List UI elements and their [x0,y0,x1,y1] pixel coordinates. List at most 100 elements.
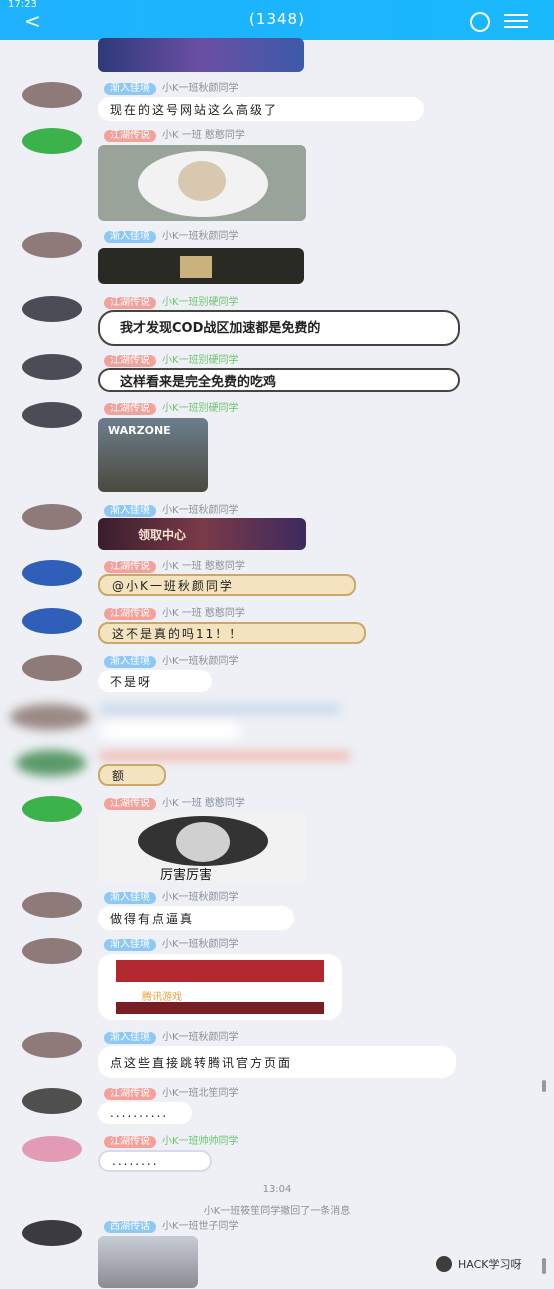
message-bubble[interactable]: 这样看来是完全免费的吃鸡 [98,368,460,392]
avatar[interactable] [22,128,82,154]
message-bubble[interactable]: 不是呀 [98,670,212,692]
sender-line: 渐入佳境 小K一班秋颜同学 [104,83,239,95]
sender-name: 小K一班别硬同学 [162,297,239,308]
scrollbar[interactable] [542,1258,546,1274]
sender-name: 小K一班秋颜同学 [162,656,239,667]
sender-name: 小K一班秋颜同学 [162,939,239,950]
scrollbar[interactable] [542,1080,546,1092]
sender-name: 小K 一班 憨憨同学 [162,130,245,141]
level-badge: 江湖传说 [104,130,156,142]
sender-name: 小K一班秋颜同学 [162,505,239,516]
message-bubble[interactable]: .......... [98,1102,192,1124]
avatar[interactable] [22,1136,82,1162]
level-badge: 西湖传话 [104,1221,156,1233]
avatar[interactable] [22,1220,82,1246]
avatar[interactable] [22,1032,82,1058]
watermark: HACK学习呀 [436,1256,522,1272]
recall-notice: 小K一班筱笙同学撤回了一条消息 [203,1206,351,1217]
level-badge: 江湖传说 [104,1136,156,1148]
message-bubble[interactable]: 我才发现COD战区加速都是免费的 [98,310,460,346]
avatar[interactable] [22,504,82,530]
level-badge: 渐入佳境 [104,1032,156,1044]
level-badge: 江湖传说 [104,561,156,573]
sender-line: 渐入佳境 小K一班秋颜同学 [104,231,239,243]
level-badge: 江湖传说 [104,608,156,620]
level-badge: 渐入佳境 [104,939,156,951]
sender-line: 江湖传说 小K一班别硬同学 [104,355,239,367]
avatar[interactable] [22,560,82,586]
screenshot-image[interactable] [98,1236,198,1288]
sender-name: 小K一班秋颜同学 [162,892,239,903]
avatar[interactable] [22,655,82,681]
sender-line: 江湖传说 小K一班帅帅同学 [104,1136,239,1148]
avatar[interactable] [22,796,82,822]
game-banner-image[interactable]: 领取中心 [98,518,306,550]
sender-line: 江湖传说 小K 一班 憨憨同学 [104,561,245,573]
message-bubble[interactable]: ........ [98,1150,212,1172]
sender-name: 小K 一班 憨憨同学 [162,608,245,619]
panda-meme-image[interactable] [98,145,306,221]
level-badge: 江湖传说 [104,297,156,309]
avatar[interactable] [22,1088,82,1114]
call-icon[interactable] [470,12,490,32]
sender-line: 江湖传说 小K 一班 憨憨同学 [104,608,245,620]
sender-line: 江湖传说 小K 一班 憨憨同学 [104,798,245,810]
sender-name: 小K一班别硬同学 [162,355,239,366]
level-badge: 渐入佳境 [104,231,156,243]
message-bubble[interactable]: 做得有点逼真 [98,906,294,930]
avatar[interactable] [22,938,82,964]
avatar[interactable] [22,296,82,322]
message-bubble[interactable]: @小K一班秋颜同学 [98,574,356,596]
avatar[interactable] [22,892,82,918]
blurred-message [100,722,240,740]
sender-line: 江湖传说 小K一班别硬同学 [104,403,239,415]
message-bubble[interactable]: 这不是真的吗11！！ [98,622,366,644]
avatar [16,750,86,776]
panda-meme-image[interactable]: 厉害厉害 [98,812,306,882]
message-bubble[interactable]: 点这些直接跳转腾讯官方页面 [98,1046,456,1078]
level-badge: 渐入佳境 [104,83,156,95]
tencent-games-image[interactable]: 腾讯游戏 [98,954,342,1020]
sender-line: 江湖传说 小K一班别硬同学 [104,297,239,309]
sender-line: 江湖传说 小K一班北笙同学 [104,1088,239,1100]
title-bar: 17:23 < (1348) [0,0,554,40]
level-badge: 渐入佳境 [104,892,156,904]
avatar [10,704,90,730]
sender-line: 西湖传话 小K一班世子同学 [104,1221,239,1233]
avatar[interactable] [22,608,82,634]
image-caption: WARZONE [108,424,171,437]
avatar[interactable] [22,232,82,258]
message-bubble[interactable]: 额 [98,764,166,786]
back-arrow-icon[interactable]: < [24,11,41,31]
avatar[interactable] [22,82,82,108]
watermark-text: HACK学习呀 [458,1258,522,1271]
image-message[interactable] [98,248,304,284]
sender-line: 渐入佳境 小K一班秋颜同学 [104,656,239,668]
image-message[interactable] [98,38,304,72]
sender-name: 小K一班世子同学 [162,1221,239,1232]
sender-name: 小K一班别硬同学 [162,403,239,414]
sender-line: 渐入佳境 小K一班秋颜同学 [104,505,239,517]
sender-name: 小K一班秋颜同学 [162,1032,239,1043]
sender-line: 江湖传说 小K 一班 憨憨同学 [104,130,245,142]
blurred-message [100,752,350,760]
sender-name: 小K一班北笙同学 [162,1088,239,1099]
warzone-image[interactable]: WARZONE [98,418,208,492]
message-bubble[interactable]: 现在的这号网站这么高级了 [98,97,424,121]
level-badge: 江湖传说 [104,1088,156,1100]
sender-line: 渐入佳境 小K一班秋颜同学 [104,1032,239,1044]
sender-name: 小K 一班 憨憨同学 [162,798,245,809]
level-badge: 渐入佳境 [104,505,156,517]
menu-icon[interactable] [504,14,528,28]
chat-title: (1348) [249,10,305,28]
avatar[interactable] [22,402,82,428]
time-divider: 13:04 [262,1184,292,1195]
level-badge: 江湖传说 [104,403,156,415]
image-caption: 腾讯游戏 [142,992,182,1003]
image-caption: 厉害厉害 [160,868,213,882]
blurred-message [100,704,340,714]
level-badge: 江湖传说 [104,798,156,810]
sender-name: 小K一班秋颜同学 [162,231,239,242]
avatar[interactable] [22,354,82,380]
level-badge: 渐入佳境 [104,656,156,668]
